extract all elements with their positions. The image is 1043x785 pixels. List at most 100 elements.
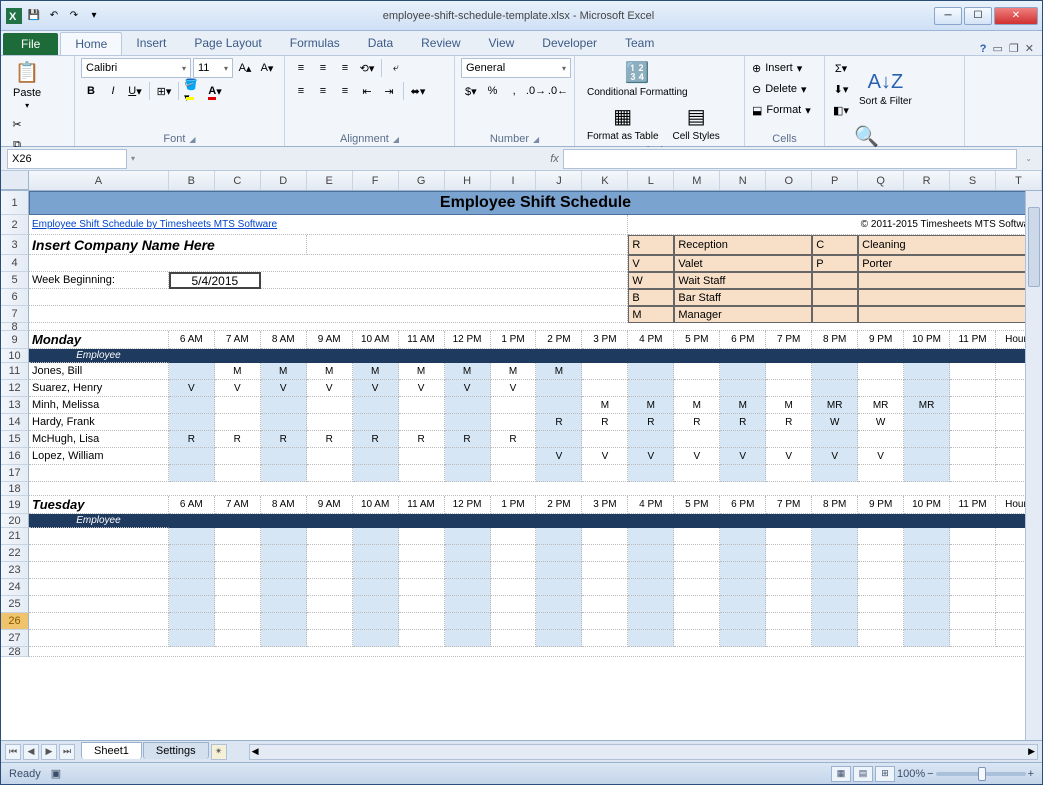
company-name[interactable]: Insert Company Name Here: [29, 235, 307, 255]
shift-cell[interactable]: [904, 613, 950, 630]
align-bottom-icon[interactable]: ≡: [335, 58, 355, 78]
employee-name[interactable]: Suarez, Henry: [29, 380, 169, 397]
underline-icon[interactable]: U▾: [125, 81, 145, 101]
shift-cell[interactable]: [445, 414, 491, 431]
shift-cell[interactable]: [536, 431, 582, 448]
row-header[interactable]: 15: [1, 431, 29, 448]
shift-cell[interactable]: [445, 545, 491, 562]
shift-cell[interactable]: [307, 545, 353, 562]
cell[interactable]: [445, 349, 491, 363]
shift-cell[interactable]: [858, 613, 904, 630]
page-layout-view-icon[interactable]: ▤: [853, 766, 873, 782]
tab-data[interactable]: Data: [354, 32, 407, 55]
shift-cell[interactable]: V: [766, 448, 812, 465]
tab-developer[interactable]: Developer: [528, 32, 611, 55]
shift-cell[interactable]: M: [582, 397, 628, 414]
row-header[interactable]: 10: [1, 349, 29, 363]
shift-cell[interactable]: [858, 363, 904, 380]
row-header[interactable]: 28: [1, 647, 29, 657]
shift-cell[interactable]: [353, 562, 399, 579]
cell[interactable]: [29, 323, 1042, 331]
shift-cell[interactable]: R: [582, 414, 628, 431]
shift-cell[interactable]: [261, 397, 307, 414]
indent-decrease-icon[interactable]: ⇤: [357, 81, 377, 101]
shift-cell[interactable]: V: [445, 380, 491, 397]
fill-icon[interactable]: ⬇▾: [831, 79, 851, 99]
align-center-icon[interactable]: ≡: [313, 81, 333, 101]
column-header[interactable]: B: [169, 171, 215, 190]
shift-cell[interactable]: [720, 465, 766, 482]
employee-name[interactable]: McHugh, Lisa: [29, 431, 169, 448]
shift-cell[interactable]: [582, 562, 628, 579]
credits-link[interactable]: Employee Shift Schedule by Timesheets MT…: [29, 215, 628, 235]
cell[interactable]: [491, 349, 537, 363]
tab-nav-prev-icon[interactable]: ◀: [23, 744, 39, 760]
cell[interactable]: [858, 514, 904, 528]
shift-cell[interactable]: [582, 613, 628, 630]
cut-icon[interactable]: ✂: [7, 114, 27, 134]
shift-cell[interactable]: [399, 630, 445, 647]
shift-cell[interactable]: [766, 545, 812, 562]
shift-cell[interactable]: M: [674, 397, 720, 414]
shift-cell[interactable]: [628, 465, 674, 482]
shift-cell[interactable]: [904, 414, 950, 431]
cell[interactable]: [307, 235, 629, 255]
shift-cell[interactable]: [445, 528, 491, 545]
employee-name[interactable]: [29, 613, 169, 630]
cell[interactable]: [950, 514, 996, 528]
tab-nav-first-icon[interactable]: ⏮: [5, 744, 21, 760]
shift-cell[interactable]: V: [674, 448, 720, 465]
tab-page-layout[interactable]: Page Layout: [180, 32, 275, 55]
shift-cell[interactable]: [169, 397, 215, 414]
shift-cell[interactable]: [582, 363, 628, 380]
shift-cell[interactable]: V: [582, 448, 628, 465]
tab-formulas[interactable]: Formulas: [276, 32, 354, 55]
border-icon[interactable]: ⊞▾: [154, 81, 174, 101]
insert-cells-button[interactable]: ⊕ Insert ▾: [751, 58, 818, 78]
cell[interactable]: [491, 514, 537, 528]
decrease-decimal-icon[interactable]: .0←: [548, 81, 568, 101]
shift-cell[interactable]: [169, 579, 215, 596]
column-header[interactable]: R: [904, 171, 950, 190]
shift-cell[interactable]: R: [536, 414, 582, 431]
page-break-view-icon[interactable]: ⊞: [875, 766, 895, 782]
paste-button[interactable]: 📋Paste▾: [7, 58, 47, 112]
shift-cell[interactable]: [215, 465, 261, 482]
shift-cell[interactable]: [445, 562, 491, 579]
shift-cell[interactable]: V: [261, 380, 307, 397]
row-header[interactable]: 2: [1, 215, 29, 235]
new-sheet-icon[interactable]: ✴: [211, 744, 227, 760]
cell[interactable]: [582, 514, 628, 528]
shift-cell[interactable]: [307, 613, 353, 630]
shift-cell[interactable]: [950, 363, 996, 380]
shift-cell[interactable]: V: [491, 380, 537, 397]
employee-name[interactable]: Jones, Bill: [29, 363, 169, 380]
shift-cell[interactable]: [858, 465, 904, 482]
shift-cell[interactable]: MR: [904, 397, 950, 414]
shift-cell[interactable]: M: [307, 363, 353, 380]
select-all-corner[interactable]: [1, 171, 29, 190]
shift-cell[interactable]: [353, 630, 399, 647]
shift-cell[interactable]: [169, 630, 215, 647]
shift-cell[interactable]: [445, 465, 491, 482]
shift-cell[interactable]: [950, 380, 996, 397]
bold-icon[interactable]: B: [81, 81, 101, 101]
cell-styles-button[interactable]: ▤Cell Styles: [667, 102, 726, 144]
cell[interactable]: [169, 514, 215, 528]
tab-review[interactable]: Review: [407, 32, 474, 55]
shift-cell[interactable]: [904, 431, 950, 448]
shift-cell[interactable]: R: [353, 431, 399, 448]
shift-cell[interactable]: [169, 363, 215, 380]
shift-cell[interactable]: [307, 448, 353, 465]
shift-cell[interactable]: [950, 579, 996, 596]
shift-cell[interactable]: [674, 596, 720, 613]
shift-cell[interactable]: [766, 380, 812, 397]
cell[interactable]: [582, 349, 628, 363]
shift-cell[interactable]: [491, 545, 537, 562]
shift-cell[interactable]: [628, 528, 674, 545]
shift-cell[interactable]: [582, 630, 628, 647]
merge-center-icon[interactable]: ⬌▾: [408, 81, 428, 101]
cell[interactable]: [445, 514, 491, 528]
shift-cell[interactable]: R: [674, 414, 720, 431]
percent-icon[interactable]: %: [483, 81, 503, 101]
